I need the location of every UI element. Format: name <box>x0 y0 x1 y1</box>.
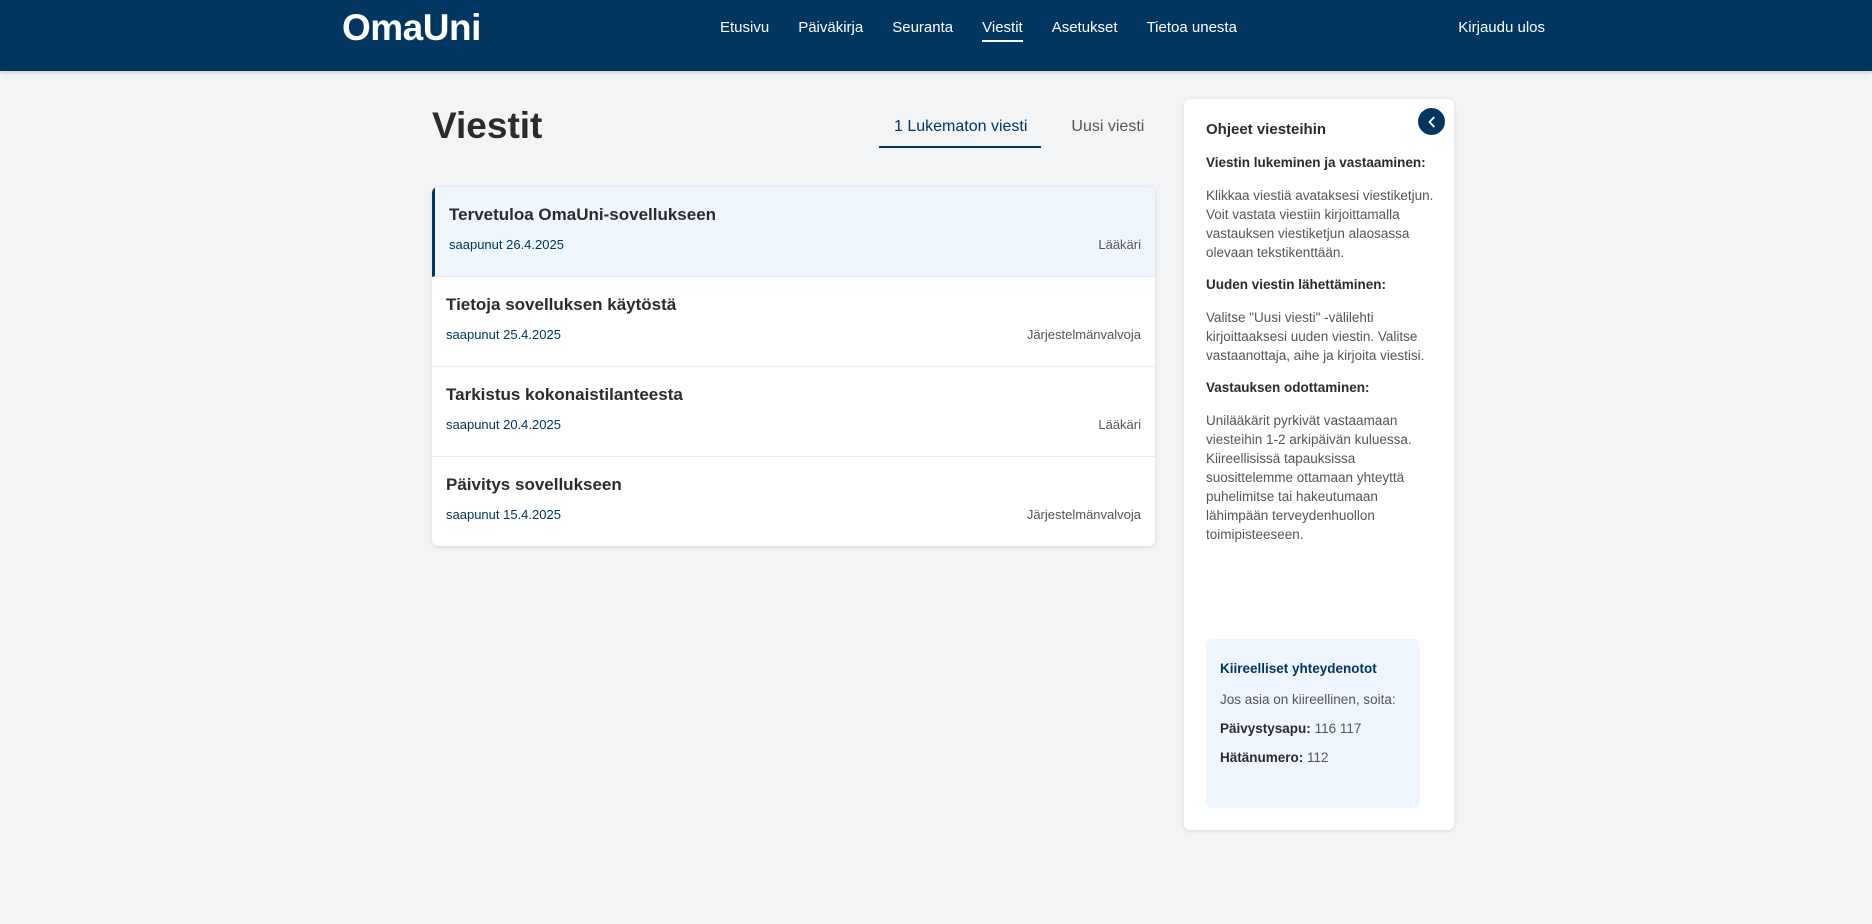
logout-link[interactable]: Kirjaudu ulos <box>1458 19 1545 36</box>
chevron-left-icon <box>1428 116 1435 127</box>
collapse-help-button[interactable] <box>1418 108 1445 135</box>
tab-unread[interactable]: 1 Lukematon viesti <box>879 114 1042 148</box>
nav-item-etusivu[interactable]: Etusivu <box>720 19 769 42</box>
urgent-intro: Jos asia on kiireellinen, soita: <box>1220 692 1396 707</box>
help-panel: Ohjeet viesteihin Viestin lukeminen ja v… <box>1184 99 1454 830</box>
message-date: saapunut 25.4.2025 <box>446 327 561 342</box>
top-navbar: OmaUni Etusivu Päiväkirja Seuranta Viest… <box>0 0 1872 71</box>
message-list: Tervetuloa OmaUni-sovellukseen saapunut … <box>432 187 1155 546</box>
message-item[interactable]: Tietoja sovelluksen käytöstä saapunut 25… <box>432 277 1155 367</box>
urgent-phone-number: 112 <box>1307 750 1329 765</box>
urgent-phone-number: 116 117 <box>1314 721 1362 736</box>
nav-item-viestit[interactable]: Viestit <box>982 19 1023 42</box>
message-title: Tarkistus kokonaistilanteesta <box>446 385 683 404</box>
help-section-text: Klikkaa viestiä avataksesi viestiketjun.… <box>1206 188 1434 260</box>
message-sender: Lääkäri <box>1098 237 1141 252</box>
urgent-label: Hätänumero: <box>1220 750 1304 765</box>
tab-new-message[interactable]: Uusi viesti <box>1056 114 1158 148</box>
help-section-text: Unilääkärit pyrkivät vastaamaan viesteih… <box>1206 413 1412 542</box>
help-section-heading: Vastauksen odottaminen: <box>1206 380 1370 395</box>
nav-item-seuranta[interactable]: Seuranta <box>892 19 953 42</box>
message-date: saapunut 26.4.2025 <box>449 237 564 252</box>
urgent-title: Kiireelliset yhteydenotot <box>1220 661 1377 676</box>
urgent-line-hatanumero: Hätänumero: 112 <box>1220 750 1406 765</box>
message-date: saapunut 15.4.2025 <box>446 507 561 522</box>
help-section-heading: Viestin lukeminen ja vastaaminen: <box>1206 155 1426 170</box>
message-item[interactable]: Päivitys sovellukseen saapunut 15.4.2025… <box>432 457 1155 546</box>
app-logo[interactable]: OmaUni <box>342 7 481 49</box>
message-item[interactable]: Tervetuloa OmaUni-sovellukseen saapunut … <box>432 187 1155 277</box>
main-nav: Etusivu Päiväkirja Seuranta Viestit Aset… <box>720 19 1266 42</box>
nav-item-asetukset[interactable]: Asetukset <box>1052 19 1118 42</box>
message-title: Päivitys sovellukseen <box>446 475 622 494</box>
message-sender: Järjestelmänvalvoja <box>1026 327 1141 342</box>
help-title: Ohjeet viesteihin <box>1206 121 1327 138</box>
message-date: saapunut 20.4.2025 <box>446 417 561 432</box>
message-sender: Järjestelmänvalvoja <box>1026 507 1141 522</box>
message-sender: Lääkäri <box>1098 417 1141 432</box>
urgent-line-paivystysapu: Päivystysapu: 116 117 <box>1220 721 1406 736</box>
urgent-label: Päivystysapu: <box>1220 721 1311 736</box>
message-item[interactable]: Tarkistus kokonaistilanteesta saapunut 2… <box>432 367 1155 457</box>
message-title: Tietoja sovelluksen käytöstä <box>446 295 677 314</box>
message-title: Tervetuloa OmaUni-sovellukseen <box>449 205 717 224</box>
urgent-contacts-box: Kiireelliset yhteydenotot Jos asia on ki… <box>1206 639 1420 808</box>
help-section-heading: Uuden viestin lähettäminen: <box>1206 277 1387 292</box>
nav-item-tietoa-unesta[interactable]: Tietoa unesta <box>1147 19 1237 42</box>
help-section-text: Valitse "Uusi viesti" -välilehti kirjoit… <box>1206 310 1425 363</box>
message-tabs: 1 Lukematon viesti Uusi viesti <box>879 114 1173 148</box>
nav-item-paivakirja[interactable]: Päiväkirja <box>798 19 863 42</box>
page-title: Viestit <box>432 105 543 146</box>
